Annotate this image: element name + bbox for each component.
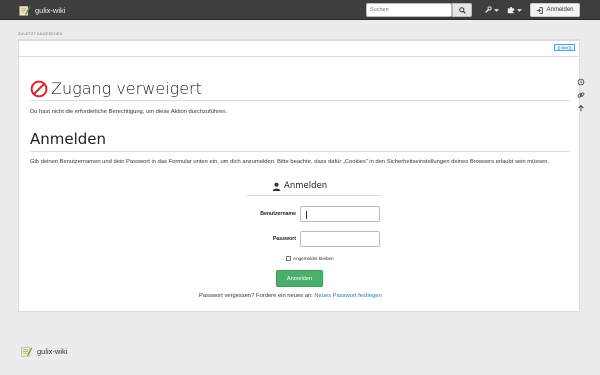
breadcrumb-trace: ZULETZT ANGESEHEN <box>18 32 63 36</box>
forbidden-icon <box>30 80 48 97</box>
search-input[interactable] <box>366 3 452 17</box>
text-cursor <box>306 211 307 219</box>
forgot-password-text: Passwort vergessen? Fordere ein neues an… <box>199 293 313 299</box>
search-icon <box>458 6 466 14</box>
site-brand[interactable]: gulix-wiki <box>18 3 65 17</box>
page-id-link[interactable]: [[ start ]] <box>554 44 575 51</box>
login-form-title-label: Anmelden <box>284 181 328 191</box>
username-field[interactable] <box>300 206 380 222</box>
login-form-title: Anmelden <box>272 181 327 191</box>
login-button-label: Anmelden <box>546 7 574 13</box>
submit-login-label: Anmelden <box>286 275 313 282</box>
back-to-top-tool[interactable] <box>575 102 587 113</box>
heading-divider <box>30 100 570 101</box>
access-denied-heading: Zugang verweigert <box>30 79 202 98</box>
wrench-icon <box>485 6 492 13</box>
footer-site-title: gulix-wiki <box>37 347 68 356</box>
arrow-up-icon <box>578 104 584 111</box>
backlinks-tool[interactable] <box>575 89 587 100</box>
top-navbar: gulix-wiki Anmelden <box>0 0 600 20</box>
login-button[interactable]: Anmelden <box>530 3 580 17</box>
page-top-bar <box>18 40 580 56</box>
password-label: Passwort <box>272 236 296 242</box>
site-title: gulix-wiki <box>35 5 66 15</box>
caret-down-icon <box>517 8 522 12</box>
username-label: Benutzername <box>260 211 296 217</box>
submit-login-button[interactable]: Anmelden <box>276 270 323 287</box>
remember-me-row[interactable]: Angemeldet bleiben <box>286 256 334 261</box>
heading-divider <box>30 151 570 152</box>
link-icon <box>577 91 585 98</box>
form-title-divider <box>247 195 381 196</box>
page-tools <box>574 76 588 113</box>
history-icon <box>577 78 585 85</box>
footer-brand[interactable]: gulix-wiki <box>20 345 67 358</box>
old-revisions-tool[interactable] <box>575 76 587 87</box>
wiki-logo-icon <box>19 5 31 16</box>
forgot-password-row: Passwort vergessen? Fordere ein neues an… <box>199 293 382 299</box>
remember-me-label: Angemeldet bleiben <box>293 256 334 261</box>
access-denied-title: Zugang verweigert <box>51 79 202 98</box>
puzzle-icon <box>507 6 515 14</box>
wiki-logo-icon <box>21 347 33 357</box>
user-icon <box>272 182 281 191</box>
login-section-heading: Anmelden <box>30 130 107 148</box>
user-tools-menu-button[interactable] <box>507 4 522 16</box>
access-denied-message: Du hast nicht die erforderliche Berechti… <box>30 109 228 115</box>
sign-in-icon <box>537 6 544 14</box>
tools-menu-button[interactable] <box>484 4 499 16</box>
password-field[interactable] <box>300 231 380 247</box>
caret-down-icon <box>494 8 499 12</box>
remember-me-checkbox[interactable] <box>286 256 291 261</box>
search-button[interactable] <box>452 3 472 17</box>
reset-password-link[interactable]: Neues Passwort festlegen <box>314 293 381 299</box>
login-intro-text: Gib deinen Benutzernamen und dein Passwo… <box>30 159 550 165</box>
